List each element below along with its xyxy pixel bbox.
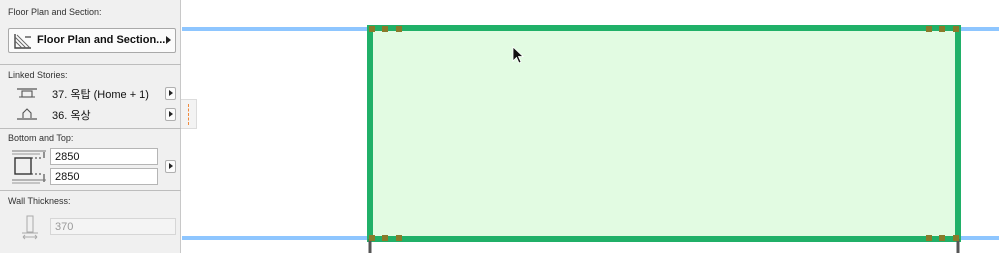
selected-wall[interactable] [367,25,961,253]
bottom-offset-input[interactable]: 2850 [50,168,158,185]
wall-height-icon [10,148,48,189]
floor-plan-and-section-button-label: Floor Plan and Section... [37,34,166,46]
thickness-icon [20,215,40,244]
info-box-panel: Floor Plan and Section: Floor Plan and S… [0,0,181,253]
linked-stories-label: Linked Stories: [8,70,68,80]
wall-thickness-label: Wall Thickness: [8,196,71,206]
top-offset-input[interactable]: 2850 [50,148,158,165]
floor-plan-section-icon [13,32,33,53]
floor-plan-and-section-button[interactable]: Floor Plan and Section... [8,28,176,53]
divider [0,128,181,129]
chevron-right-icon [166,36,171,44]
bottom-link-icon [16,107,38,124]
floor-plan-canvas[interactable] [182,0,999,253]
bottom-linked-story-row[interactable]: 36. 옥상 [14,106,164,122]
bottom-linked-story-label: 36. 옥상 [52,110,91,122]
top-linked-story-label: 37. 옥탑 (Home + 1) [52,89,149,101]
top-link-icon [16,86,38,103]
divider [0,190,181,191]
height-options-arrow-button[interactable] [165,160,176,173]
top-story-arrow-button[interactable] [165,87,176,100]
bottom-story-arrow-button[interactable] [165,108,176,121]
floor-plan-section-label: Floor Plan and Section: [8,7,102,17]
divider [0,64,181,65]
top-linked-story-row[interactable]: 37. 옥탑 (Home + 1) [14,85,164,101]
bottom-and-top-label: Bottom and Top: [8,133,74,143]
wall-thickness-input: 370 [50,218,176,235]
